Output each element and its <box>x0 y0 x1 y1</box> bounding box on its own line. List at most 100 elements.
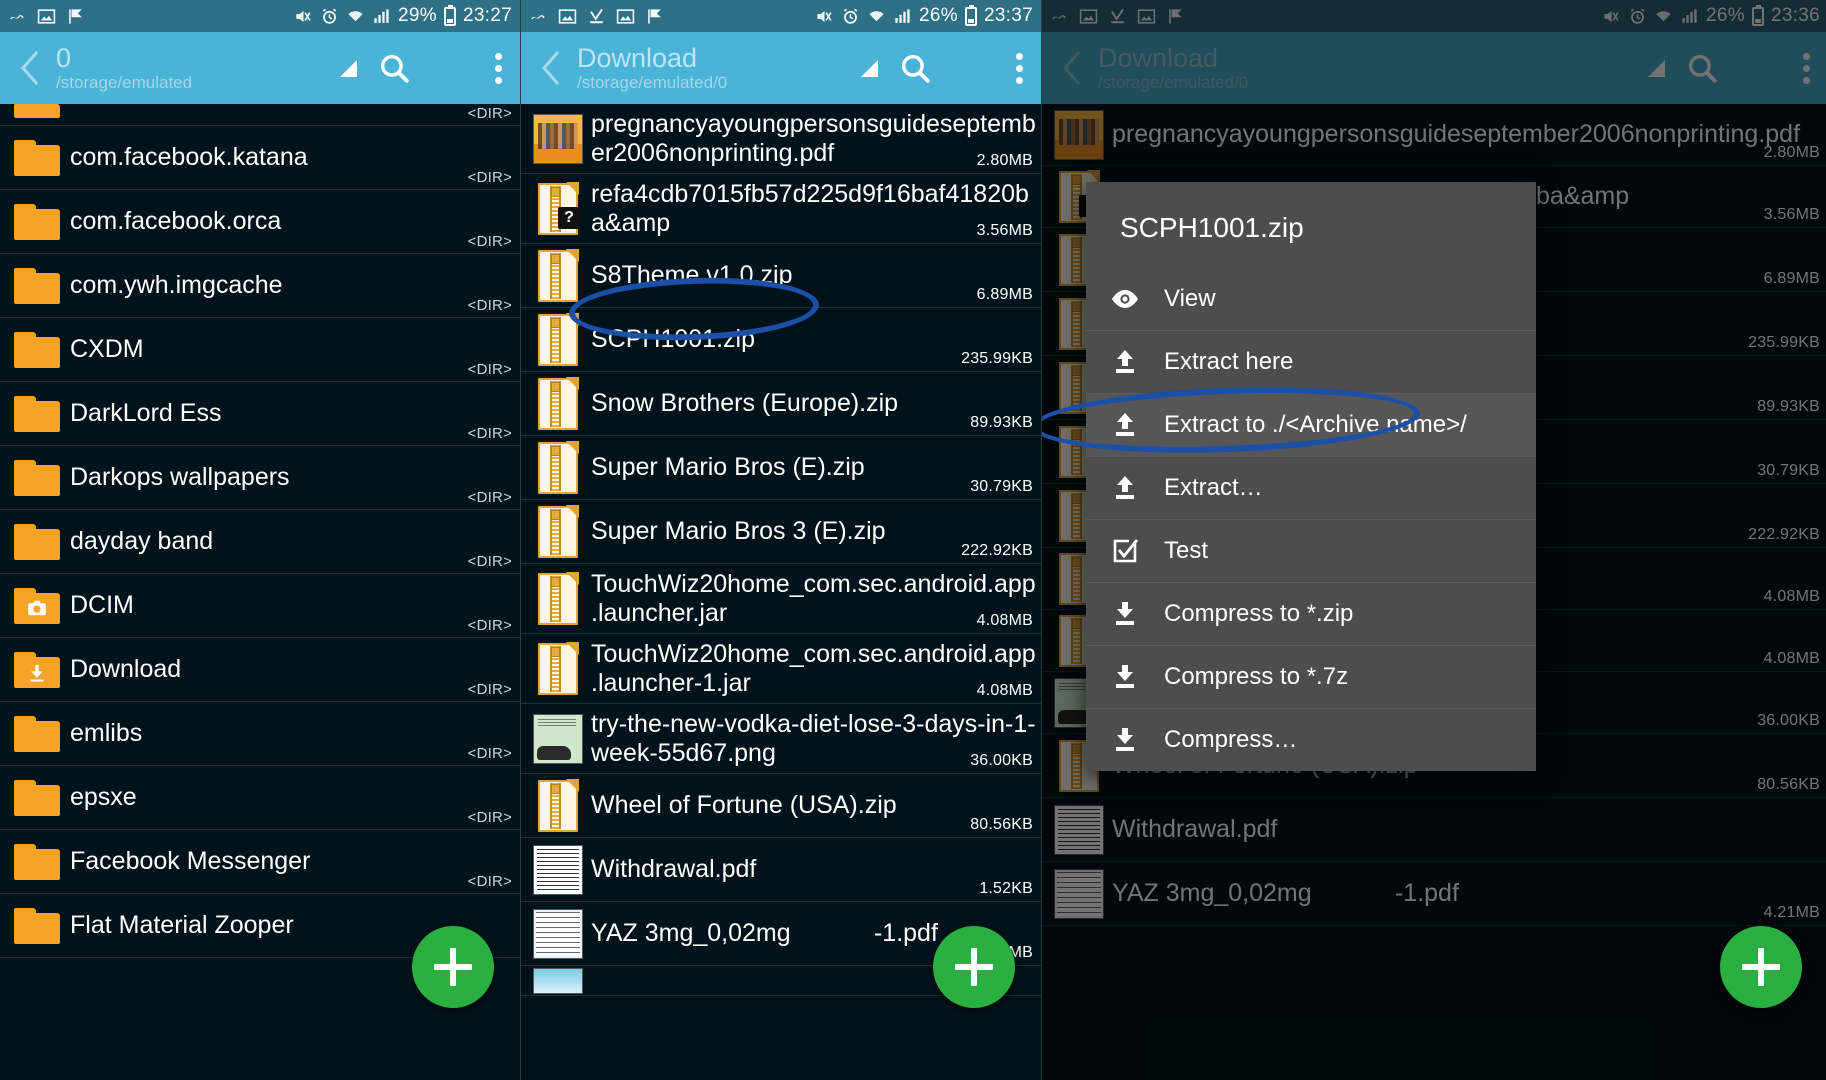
page-title: Download <box>577 45 861 72</box>
list-item[interactable]: Withdrawal.pdf 1.52KB <box>521 838 1041 902</box>
folder-icon <box>8 908 66 944</box>
list-item[interactable]: com.facebook.katana <DIR> <box>0 126 520 190</box>
overflow-menu-icon[interactable] <box>1016 53 1023 84</box>
back-button[interactable] <box>531 48 571 88</box>
menu-item-extract-here[interactable]: Extract here <box>1086 330 1536 393</box>
list-item[interactable]: pregnancyayoungpersonsguideseptember2006… <box>521 104 1041 174</box>
battery-icon <box>965 7 977 26</box>
file-size: 80.56KB <box>970 816 1033 834</box>
list-item[interactable]: emlibs <DIR> <box>0 702 520 766</box>
folder-icon <box>8 524 66 560</box>
image-icon <box>37 7 56 26</box>
menu-item-label: Extract… <box>1164 474 1263 502</box>
menu-item-extract-dialog[interactable]: Extract… <box>1086 456 1536 519</box>
sort-corner-icon[interactable] <box>861 60 878 77</box>
menu-item-test[interactable]: Test <box>1086 519 1536 582</box>
file-size: 3.56MB <box>977 222 1033 240</box>
panel-1-file-browser: 29% 23:27 0 /storage/emulated <box>0 0 520 1080</box>
menu-item-label: Compress to *.zip <box>1164 600 1353 628</box>
file-meta: <DIR> <box>468 617 512 634</box>
download-arrow-icon <box>529 7 548 26</box>
folder-icon <box>8 332 66 368</box>
pdf-thumbnail <box>529 845 587 895</box>
file-meta: <DIR> <box>468 297 512 314</box>
file-name: emlibs <box>66 713 520 754</box>
folder-icon <box>8 396 66 432</box>
list-item[interactable]: com.facebook.orca <DIR> <box>0 190 520 254</box>
eye-icon <box>1108 288 1142 310</box>
file-size: 4.08MB <box>977 612 1033 630</box>
search-icon[interactable] <box>377 51 411 85</box>
list-item[interactable]: Darkops wallpapers <DIR> <box>0 446 520 510</box>
menu-item-compress-zip[interactable]: Compress to *.zip <box>1086 582 1536 645</box>
extract-up-arrow-icon <box>1108 474 1142 502</box>
zip-icon <box>529 506 587 558</box>
panel-1-status-bar: 29% 23:27 <box>0 0 520 32</box>
file-name: epsxe <box>66 777 520 818</box>
clock: 23:27 <box>463 5 512 27</box>
file-name <box>66 104 520 116</box>
image-icon <box>558 7 577 26</box>
pdf-thumbnail <box>529 909 587 959</box>
png-thumbnail <box>529 714 587 764</box>
menu-item-extract-to-archive-name[interactable]: Extract to ./<Archive name>/ <box>1086 393 1536 456</box>
folder-icon <box>8 204 66 240</box>
list-item[interactable]: DarkLord Ess <DIR> <box>0 382 520 446</box>
list-item-scph1001[interactable]: SCPH1001.zip 235.99KB <box>521 308 1041 372</box>
file-meta: <DIR> <box>468 105 512 122</box>
list-item[interactable]: <DIR> <box>0 104 520 126</box>
grid-view-icon[interactable] <box>437 52 469 84</box>
checkmark-flag-icon <box>66 7 85 26</box>
list-item[interactable]: CXDM <DIR> <box>0 318 520 382</box>
add-fab-button[interactable] <box>933 926 1015 1008</box>
file-name: CXDM <box>66 329 520 370</box>
menu-item-label: Compress to *.7z <box>1164 663 1348 691</box>
list-item[interactable]: Wheel of Fortune (USA).zip 80.56KB <box>521 774 1041 838</box>
image-thumbnail <box>529 968 587 994</box>
list-item[interactable]: Super Mario Bros (E).zip 30.79KB <box>521 436 1041 500</box>
list-item[interactable]: S8Theme v1.0.zip 6.89MB <box>521 244 1041 308</box>
folder-download-icon <box>8 652 66 688</box>
search-icon[interactable] <box>898 51 932 85</box>
zip-icon <box>529 442 587 494</box>
file-name: com.ywh.imgcache <box>66 265 520 306</box>
overflow-menu-icon[interactable] <box>495 53 502 84</box>
checkmark-flag-icon <box>645 7 664 26</box>
grid-view-icon[interactable] <box>958 52 990 84</box>
add-fab-button[interactable] <box>1720 926 1802 1008</box>
file-meta: <DIR> <box>468 233 512 250</box>
file-meta: <DIR> <box>468 809 512 826</box>
menu-item-compress-dialog[interactable]: Compress… <box>1086 708 1536 771</box>
alarm-icon <box>320 7 339 26</box>
menu-item-label: Test <box>1164 537 1208 565</box>
panel-2-toolbar: Download /storage/emulated/0 <box>521 32 1041 104</box>
list-item[interactable]: Super Mario Bros 3 (E).zip 222.92KB <box>521 500 1041 564</box>
list-item[interactable]: ? refa4cdb7015fb57d225d9f16baf41820ba&am… <box>521 174 1041 244</box>
list-item[interactable]: try-the-new-vodka-diet-lose-3-days-in-1-… <box>521 704 1041 774</box>
breadcrumb[interactable]: 0 /storage/emulated <box>50 45 340 91</box>
breadcrumb[interactable]: Download /storage/emulated/0 <box>571 45 861 91</box>
list-item[interactable]: TouchWiz20home_com.sec.android.app.launc… <box>521 634 1041 704</box>
mute-vibrate-icon <box>294 7 313 26</box>
list-item[interactable]: DCIM <DIR> <box>0 574 520 638</box>
menu-item-compress-7z[interactable]: Compress to *.7z <box>1086 645 1536 708</box>
list-item[interactable]: epsxe <DIR> <box>0 766 520 830</box>
list-item[interactable]: Download <DIR> <box>0 638 520 702</box>
file-size: 4.08MB <box>977 682 1033 700</box>
list-item[interactable]: com.ywh.imgcache <DIR> <box>0 254 520 318</box>
list-item[interactable]: Snow Brothers (Europe).zip 89.93KB <box>521 372 1041 436</box>
back-button[interactable] <box>10 48 50 88</box>
list-item[interactable]: TouchWiz20home_com.sec.android.app.launc… <box>521 564 1041 634</box>
sort-corner-icon[interactable] <box>340 60 357 77</box>
menu-item-label: View <box>1164 285 1216 313</box>
add-fab-button[interactable] <box>412 926 494 1008</box>
folder-icon <box>8 780 66 816</box>
list-item[interactable]: Facebook Messenger <DIR> <box>0 830 520 894</box>
battery-icon <box>444 7 456 26</box>
menu-item-view[interactable]: View <box>1086 268 1536 330</box>
file-context-menu[interactable]: SCPH1001.zip View Extract here Extract t… <box>1086 182 1536 771</box>
page-path: /storage/emulated/0 <box>577 74 861 91</box>
unknown-archive-icon: ? <box>529 183 587 235</box>
list-item[interactable]: dayday band <DIR> <box>0 510 520 574</box>
panel-1-toolbar: 0 /storage/emulated <box>0 32 520 104</box>
